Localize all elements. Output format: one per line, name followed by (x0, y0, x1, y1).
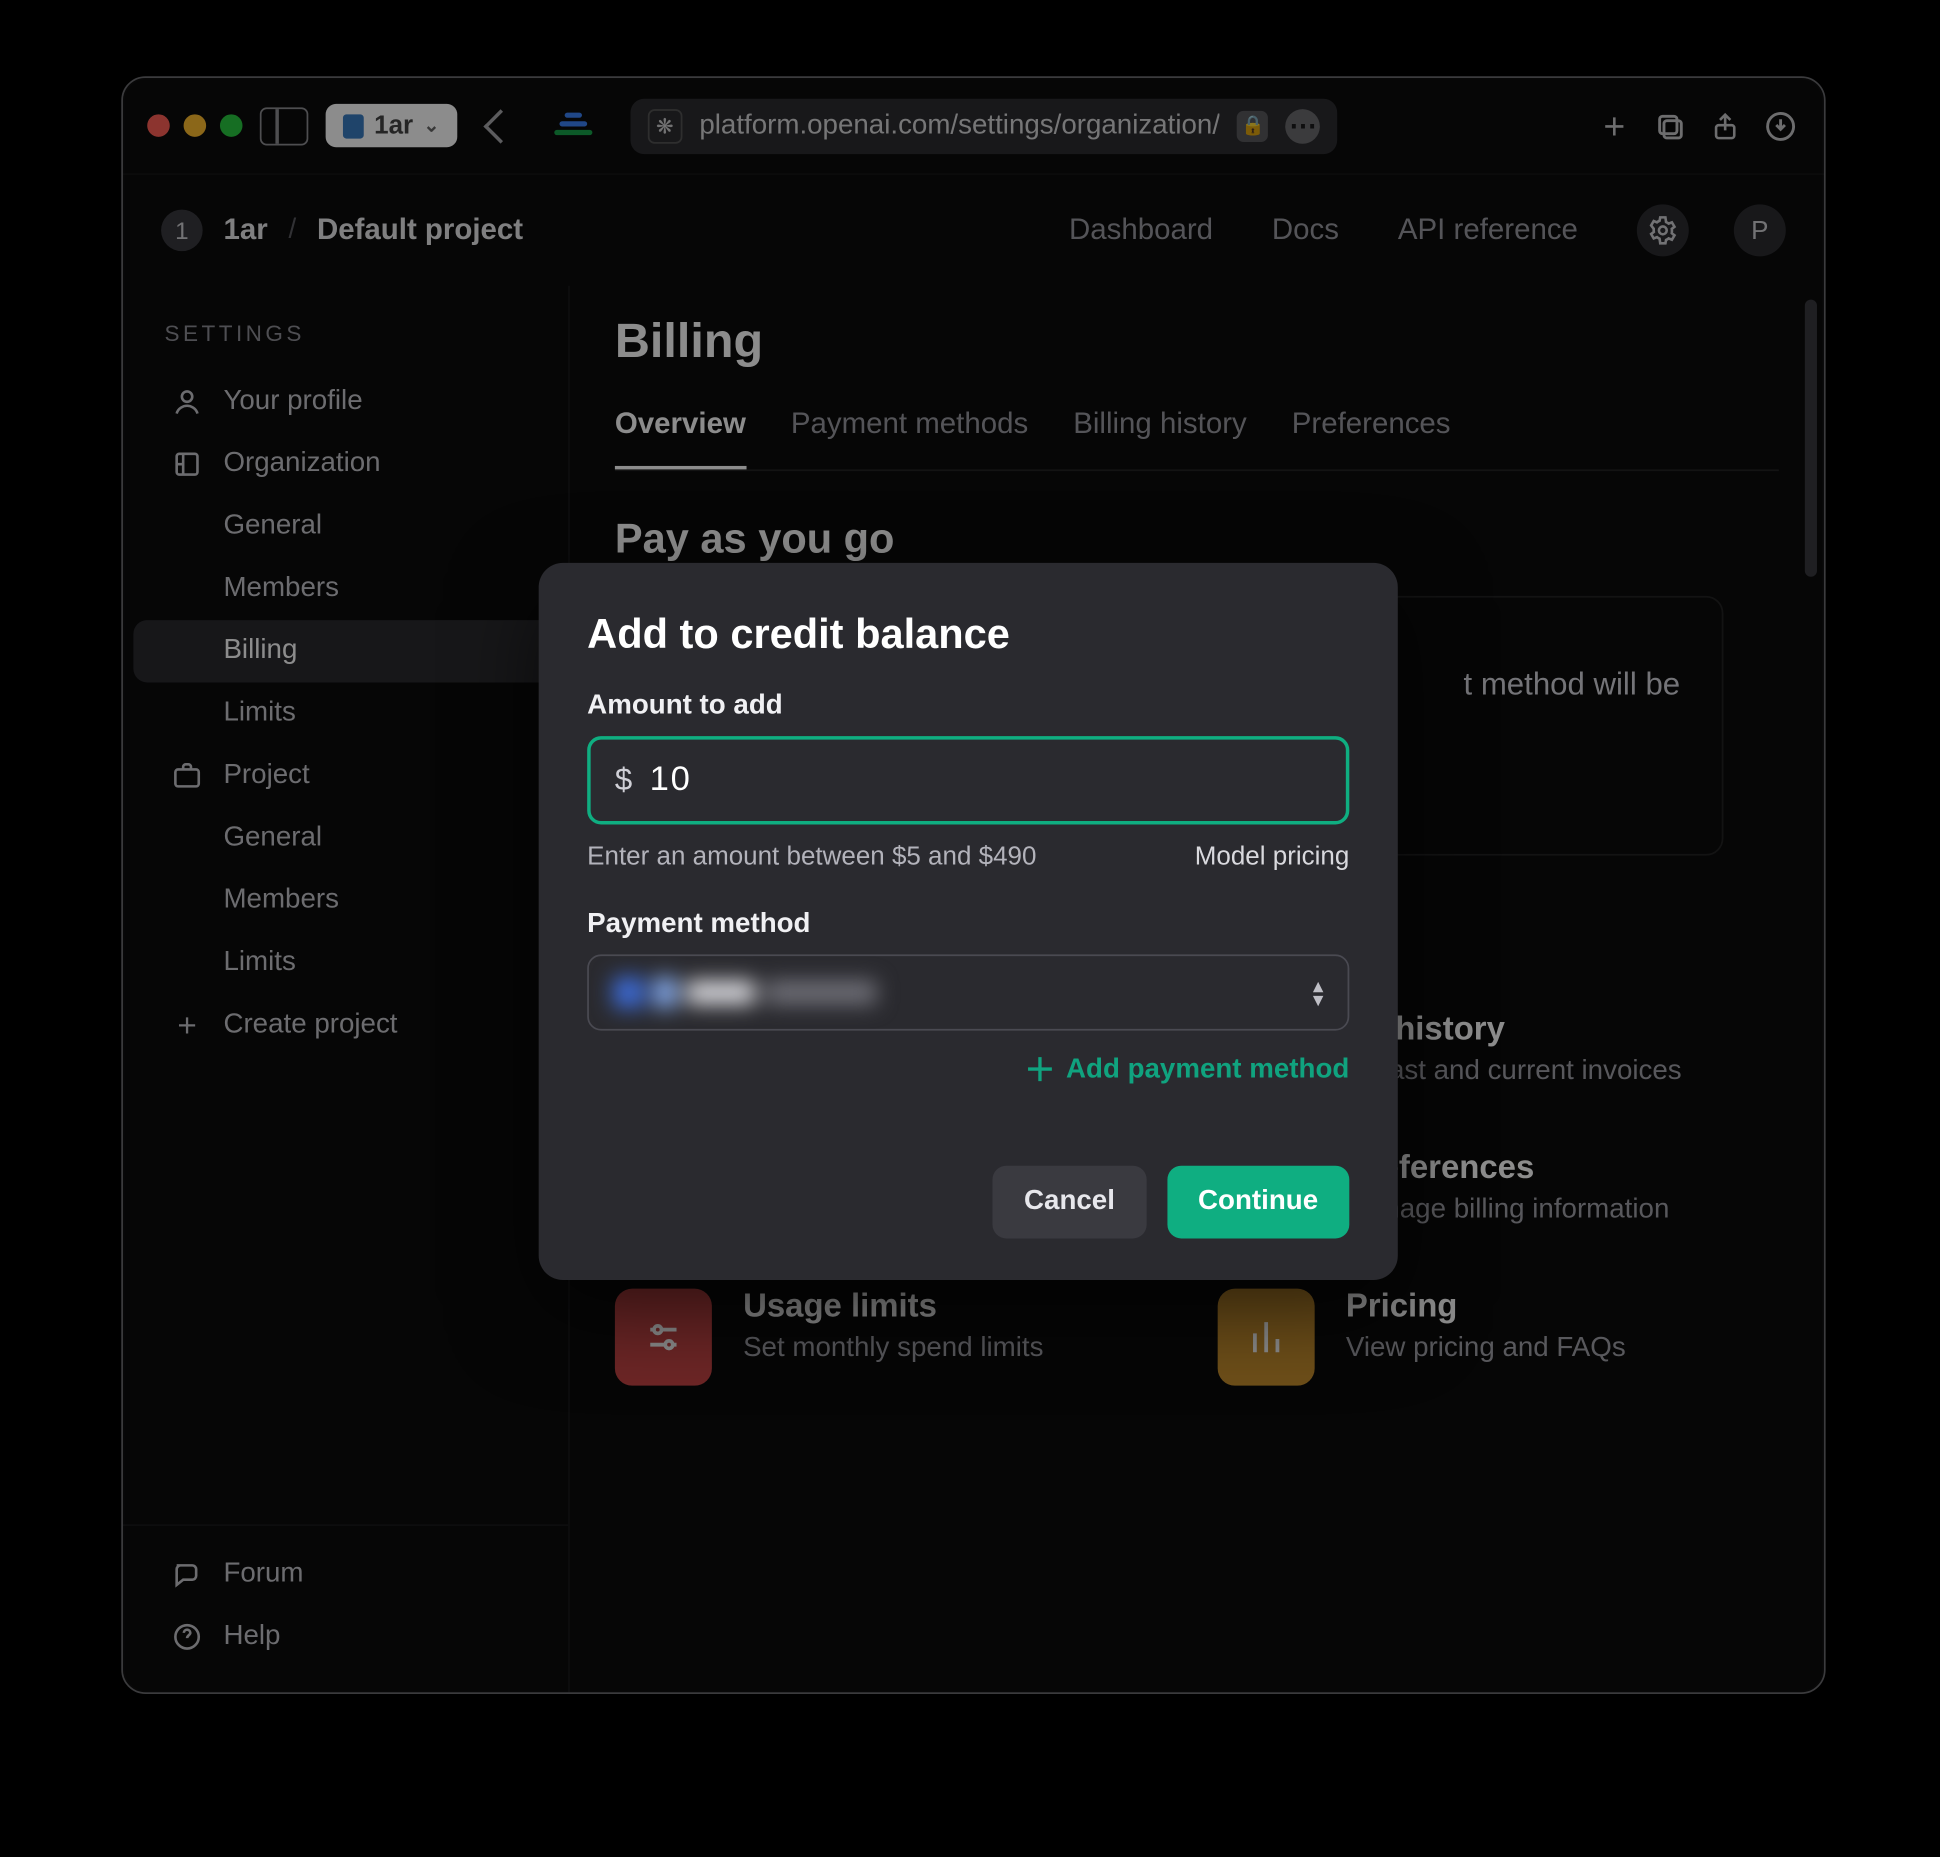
payment-method-label: Payment method (587, 909, 1349, 940)
amount-hint: Enter an amount between $5 and $490 (587, 842, 1036, 871)
add-payment-method-label: Add payment method (1066, 1055, 1349, 1086)
continue-button[interactable]: Continue (1167, 1166, 1349, 1239)
add-payment-method-link[interactable]: ＋ Add payment method (587, 1055, 1349, 1086)
add-credit-modal: Add to credit balance Amount to add $ En… (539, 563, 1398, 1280)
payment-method-select[interactable]: ▴▾ (587, 954, 1349, 1030)
payment-method-value-redacted (613, 977, 876, 1008)
amount-label: Amount to add (587, 691, 1349, 722)
cancel-button[interactable]: Cancel (993, 1166, 1146, 1239)
select-chevrons-icon: ▴▾ (1313, 979, 1323, 1007)
browser-window: 1ar ⌄ platform.openai.com/settings/organ… (121, 76, 1825, 1694)
amount-input[interactable] (650, 760, 1322, 800)
amount-input-wrap[interactable]: $ (587, 736, 1349, 824)
plus-icon: ＋ (1024, 1058, 1055, 1082)
modal-title: Add to credit balance (587, 611, 1349, 659)
model-pricing-link[interactable]: Model pricing (1195, 842, 1350, 871)
currency-symbol: $ (615, 762, 632, 798)
